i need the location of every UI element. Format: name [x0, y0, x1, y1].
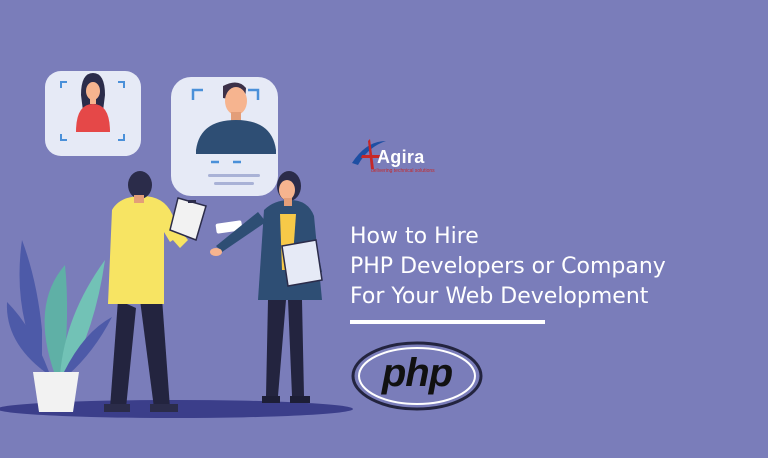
php-logo-text: php: [381, 351, 453, 395]
plant-icon: [6, 240, 112, 412]
profile-card-man-icon: [171, 77, 278, 196]
banner: Agira delivering technical solutions How…: [0, 0, 768, 458]
headline-divider: [350, 320, 545, 324]
profile-card-woman-icon: [45, 71, 141, 156]
man-figure: [104, 171, 207, 412]
headline-line-3: For Your Web Development: [350, 284, 649, 309]
brand-name: Agira: [377, 147, 425, 167]
headline: How to Hire PHP Developers or Company Fo…: [350, 222, 666, 312]
php-logo: php: [350, 340, 484, 412]
woman-figure: [210, 171, 323, 403]
headline-line-1: How to Hire: [350, 224, 479, 249]
brand-tagline: delivering technical solutions: [371, 168, 435, 174]
headline-line-2: PHP Developers or Company: [350, 254, 666, 279]
agira-logo: Agira delivering technical solutions: [348, 133, 458, 179]
